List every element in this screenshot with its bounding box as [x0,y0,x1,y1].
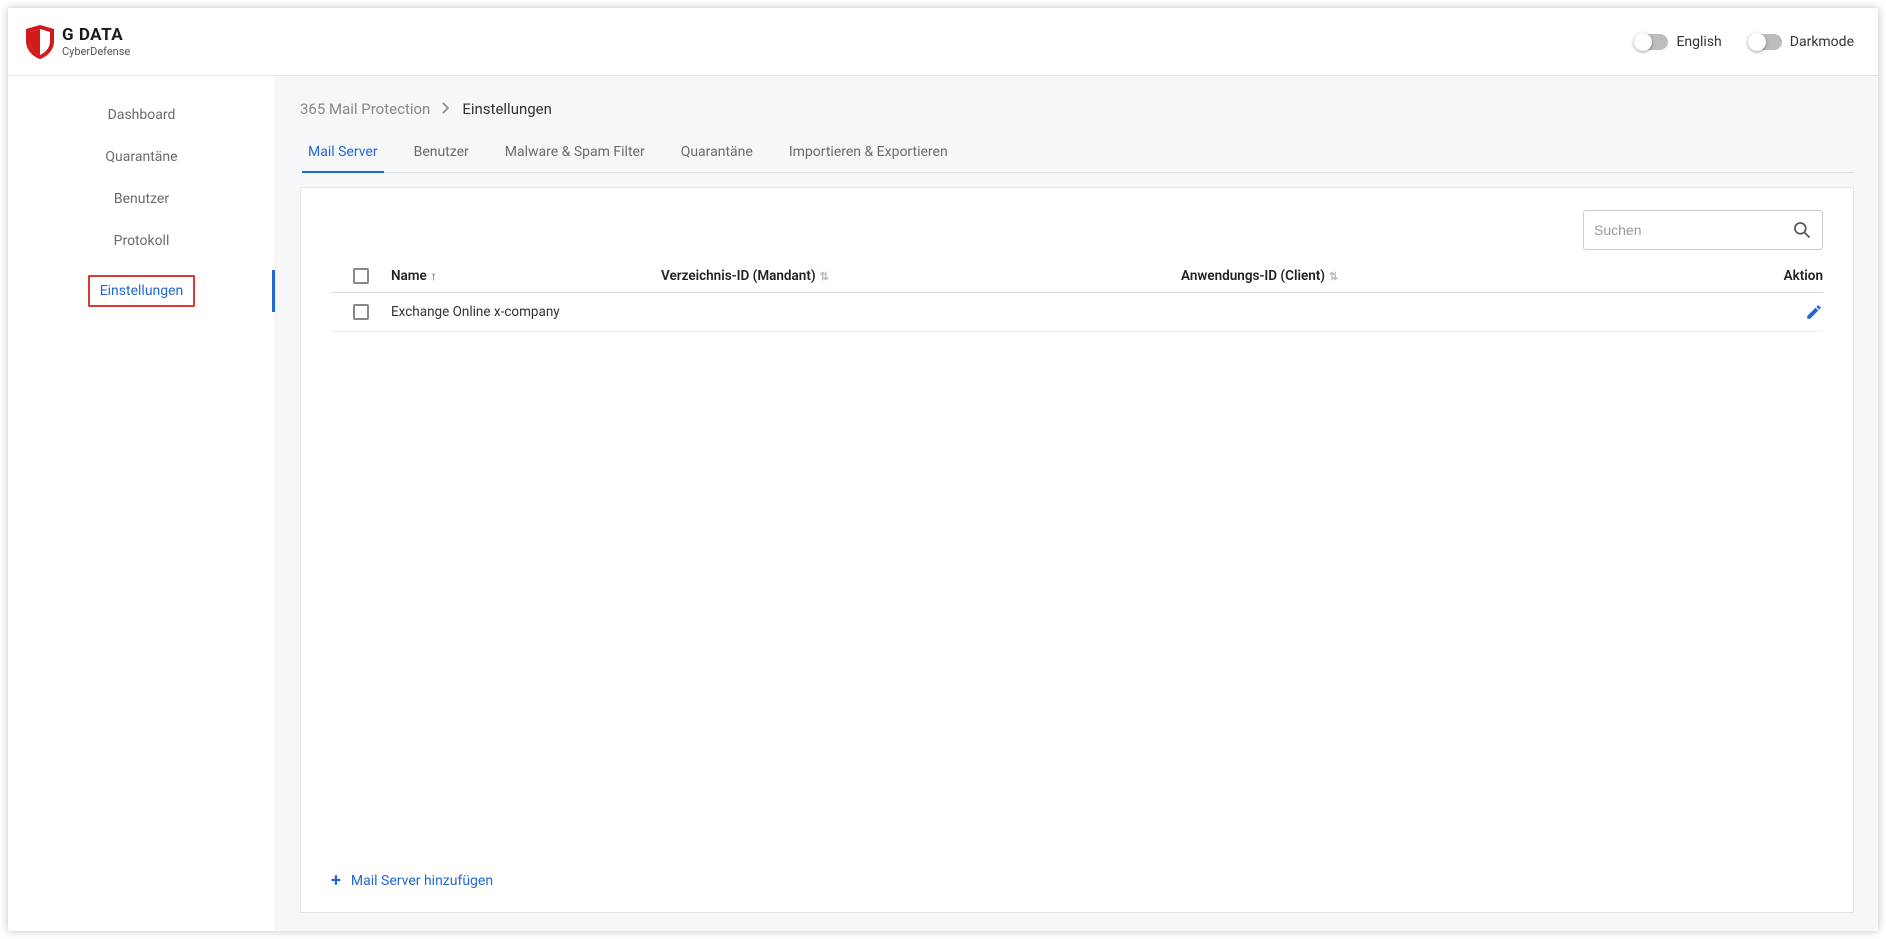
pencil-icon [1805,303,1823,321]
header-directory[interactable]: Verzeichnis-ID (Mandant) ⇅ [661,268,1181,284]
breadcrumb: 365 Mail Protection Einstellungen [300,94,1854,132]
tab-mail-server[interactable]: Mail Server [304,132,382,172]
header-controls: English Darkmode [1636,34,1854,50]
sidebar-item-dashboard[interactable]: Dashboard [8,94,275,136]
breadcrumb-root[interactable]: 365 Mail Protection [300,100,430,118]
header-label: Verzeichnis-ID (Mandant) [661,268,816,284]
sort-icon: ⇅ [820,270,829,283]
tab-label: Benutzer [414,144,469,160]
search-box[interactable] [1583,210,1823,250]
language-toggle[interactable]: English [1636,34,1721,50]
switch-icon[interactable] [1750,34,1782,50]
tab-users[interactable]: Benutzer [410,132,473,172]
tab-label: Malware & Spam Filter [505,144,645,160]
header-label: Aktion [1784,268,1823,284]
sidebar: Dashboard Quarantäne Benutzer Protokoll … [8,76,276,931]
add-mail-server-button[interactable]: + Mail Server hinzufügen [331,852,1823,890]
switch-icon[interactable] [1636,34,1668,50]
table-row: Exchange Online x-company [331,293,1823,332]
select-all-checkbox[interactable] [353,268,369,284]
tab-import-export[interactable]: Importieren & Exportieren [785,132,952,172]
header-action: Aktion [1743,268,1823,284]
sidebar-item-label: Benutzer [114,191,169,207]
sort-icon: ⇅ [1329,270,1338,283]
row-checkbox[interactable] [353,304,369,320]
search-input[interactable] [1594,222,1784,238]
tabs: Mail Server Benutzer Malware & Spam Filt… [300,132,1854,173]
header-label: Name [391,268,427,284]
logo: G DATA CyberDefense [24,23,130,61]
table: Name ↑ Verzeichnis-ID (Mandant) ⇅ Anwend… [331,260,1823,332]
header: G DATA CyberDefense English Darkmode [8,8,1878,76]
plus-icon: + [331,872,341,890]
search-row [331,210,1823,250]
sidebar-item-label: Einstellungen [88,275,196,307]
darkmode-toggle[interactable]: Darkmode [1750,34,1854,50]
darkmode-label: Darkmode [1790,34,1854,50]
header-name[interactable]: Name ↑ [391,268,661,284]
panel: Name ↑ Verzeichnis-ID (Mandant) ⇅ Anwend… [300,187,1854,913]
sidebar-item-users[interactable]: Benutzer [8,178,275,220]
add-label: Mail Server hinzufügen [351,873,493,889]
sidebar-item-settings[interactable]: Einstellungen [8,262,275,320]
brand-subtitle: CyberDefense [62,46,130,57]
table-header: Name ↑ Verzeichnis-ID (Mandant) ⇅ Anwend… [331,260,1823,293]
header-label: Anwendungs-ID (Client) [1181,268,1325,284]
app-frame: G DATA CyberDefense English Darkmode Das… [8,8,1878,931]
cell-name: Exchange Online x-company [391,304,560,320]
sidebar-item-label: Dashboard [108,107,176,123]
shield-logo-icon [24,23,56,61]
sidebar-item-label: Quarantäne [105,149,177,165]
tab-label: Importieren & Exportieren [789,144,948,160]
sidebar-item-quarantine[interactable]: Quarantäne [8,136,275,178]
tab-label: Mail Server [308,144,378,160]
english-label: English [1676,34,1721,50]
tab-malware-spam[interactable]: Malware & Spam Filter [501,132,649,172]
search-icon [1792,220,1812,240]
chevron-right-icon [442,100,450,118]
tab-quarantine[interactable]: Quarantäne [677,132,757,172]
main: 365 Mail Protection Einstellungen Mail S… [276,76,1878,931]
tab-label: Quarantäne [681,144,753,160]
breadcrumb-current: Einstellungen [462,100,552,118]
body: Dashboard Quarantäne Benutzer Protokoll … [8,76,1878,931]
edit-button[interactable] [1805,303,1823,321]
sidebar-item-protocol[interactable]: Protokoll [8,220,275,262]
brand-name: G DATA [62,27,130,44]
sidebar-item-label: Protokoll [114,233,170,249]
arrow-up-icon: ↑ [431,269,437,283]
header-application[interactable]: Anwendungs-ID (Client) ⇅ [1181,268,1743,284]
